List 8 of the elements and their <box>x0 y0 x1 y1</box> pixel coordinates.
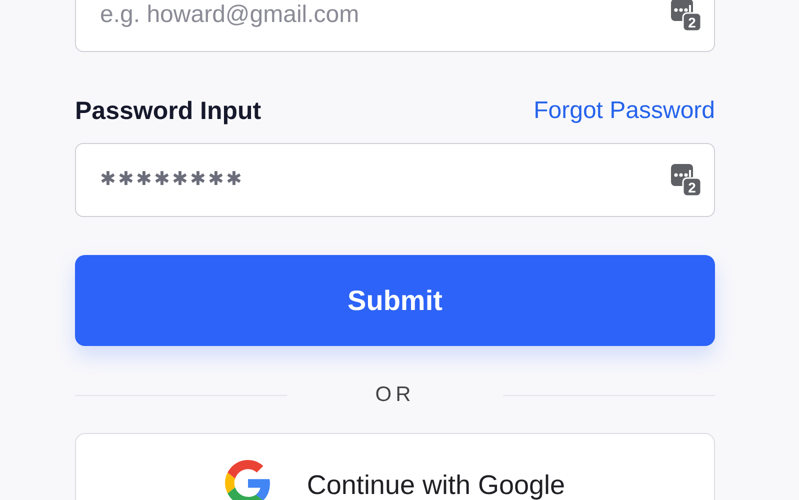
submit-button[interactable]: Submit <box>75 255 715 346</box>
forgot-password-link[interactable]: Forgot Password <box>534 97 715 125</box>
input-field[interactable]: e.g. howard@gmail.com 2 <box>75 0 715 52</box>
field-label: Password Input <box>75 96 262 126</box>
google-signin-button[interactable]: Continue with Google <box>75 433 715 500</box>
input-field[interactable]: ✱✱✱✱✱✱✱✱ 2 <box>75 143 715 217</box>
google-g-icon <box>224 460 271 500</box>
divider-text: OR <box>374 383 416 407</box>
